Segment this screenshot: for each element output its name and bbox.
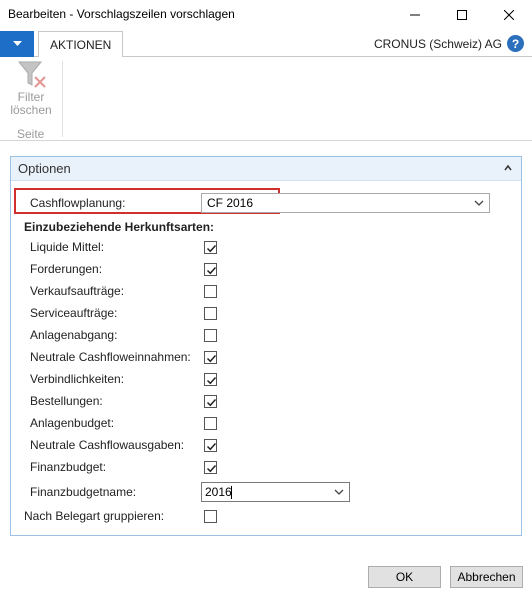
option-label: Forderungen: (30, 262, 103, 276)
checkmark-icon (206, 398, 217, 407)
application-menu-button[interactable] (0, 31, 34, 57)
minimize-button[interactable] (392, 0, 438, 29)
option-label: Bestellungen: (30, 394, 103, 408)
cashflow-label: Cashflowplanung: (30, 196, 126, 210)
option-label: Liquide Mittel: (30, 240, 105, 254)
group-by-doctype-checkbox[interactable] (204, 510, 217, 523)
minimize-icon (410, 14, 420, 15)
close-icon (504, 9, 514, 20)
checkmark-icon (206, 442, 217, 451)
text-caret (231, 486, 232, 499)
option-label: Anlagenabgang: (30, 328, 118, 342)
help-icon[interactable]: ? (507, 35, 524, 52)
company-name: CRONUS (Schweiz) AG (373, 37, 502, 51)
cashflow-select[interactable]: CF 2016 (201, 193, 490, 213)
option-label: Serviceaufträge: (30, 306, 118, 320)
fasttab-header[interactable]: Optionen (11, 157, 521, 181)
option-label: Verkaufsaufträge: (30, 284, 125, 298)
option-label: Anlagenbudget: (30, 416, 115, 430)
option-label: Neutrale Cashflowausgaben: (30, 438, 185, 452)
chevron-up-icon[interactable] (503, 163, 513, 173)
options-fasttab: Optionen Cashflowplanung: CF 2016 Einzub… (10, 156, 522, 536)
option-checkbox[interactable] (204, 263, 217, 276)
close-button[interactable] (486, 0, 532, 29)
checkmark-icon (206, 376, 217, 385)
ribbon-divider (62, 61, 63, 137)
cashflow-value: CF 2016 (207, 196, 254, 210)
cancel-button[interactable]: Abbrechen (450, 566, 523, 588)
window-title: Bearbeiten - Vorschlagszeilen vorschlage… (8, 7, 235, 21)
checkmark-icon (206, 266, 217, 275)
chevron-down-icon (334, 489, 344, 495)
ok-button[interactable]: OK (368, 566, 441, 588)
option-label: Finanzbudget: (30, 460, 107, 474)
option-checkbox[interactable] (204, 395, 217, 408)
option-checkbox[interactable] (204, 373, 217, 386)
checkmark-icon (206, 354, 217, 363)
option-checkbox[interactable] (204, 439, 217, 452)
option-checkbox[interactable] (204, 307, 217, 320)
checkmark-icon (206, 464, 217, 473)
ribbon-group-label: Seite (17, 127, 45, 141)
clear-filter-icon (17, 61, 46, 88)
option-checkbox[interactable] (204, 329, 217, 342)
maximize-button[interactable] (439, 0, 485, 29)
chevron-down-icon (12, 41, 22, 46)
option-checkbox[interactable] (204, 417, 217, 430)
tab-aktionen[interactable]: AKTIONEN (38, 31, 124, 58)
option-checkbox[interactable] (204, 241, 217, 254)
clear-filter-label-2: löschen (10, 103, 52, 117)
finanzbudgetname-label: Finanzbudgetname: (30, 485, 137, 499)
checkmark-icon (206, 244, 217, 253)
option-checkbox[interactable] (204, 285, 217, 298)
chevron-down-icon (474, 200, 484, 206)
finanzbudgetname-select[interactable]: 2016 (201, 482, 350, 502)
title-bar: Bearbeiten - Vorschlagszeilen vorschlage… (0, 0, 532, 29)
finanzbudgetname-value: 2016 (205, 485, 232, 499)
ribbon: Filter löschen Seite (0, 57, 532, 141)
option-checkbox[interactable] (204, 461, 217, 474)
option-label: Neutrale Cashfloweinnahmen: (30, 350, 191, 364)
maximize-icon (457, 9, 467, 20)
clear-filter-button[interactable]: Filter löschen (6, 59, 56, 123)
section-heading: Einzubeziehende Herkunftsarten: (24, 220, 215, 234)
group-by-doctype-label: Nach Belegart gruppieren: (24, 509, 165, 523)
fasttab-title: Optionen (18, 161, 71, 176)
ribbon-tab-row: AKTIONEN CRONUS (Schweiz) AG ? (0, 31, 532, 58)
option-checkbox[interactable] (204, 351, 217, 364)
option-label: Verbindlichkeiten: (30, 372, 125, 386)
